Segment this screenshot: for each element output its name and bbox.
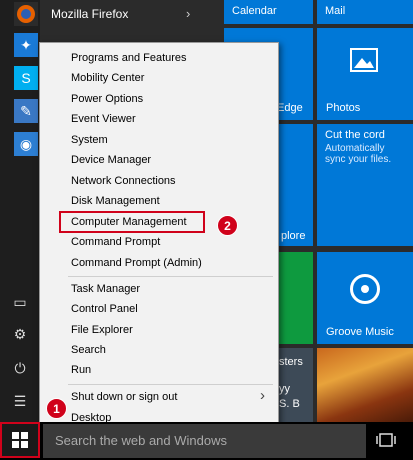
menu-item-mobility-center[interactable]: Mobility Center bbox=[71, 69, 144, 87]
menu-item-system[interactable]: System bbox=[71, 131, 108, 149]
chevron-right-icon[interactable]: › bbox=[186, 6, 190, 21]
news-text: S. B bbox=[279, 398, 300, 410]
menu-item-device-manager[interactable]: Device Manager bbox=[71, 151, 151, 169]
menu-item-command-prompt-admin[interactable]: Command Prompt (Admin) bbox=[71, 254, 202, 272]
tile-label: Mail bbox=[325, 5, 346, 17]
annotation-highlight-computer-management bbox=[59, 211, 205, 233]
tile-photo-fire[interactable] bbox=[317, 348, 413, 422]
skype-icon: S bbox=[14, 66, 38, 90]
menu-separator bbox=[68, 384, 273, 385]
tile-label: plore bbox=[281, 230, 306, 242]
settings-gear-icon[interactable]: ⚙ bbox=[12, 326, 28, 342]
app-list-item-firefox[interactable]: Mozilla Firefox bbox=[14, 0, 128, 28]
submenu-chevron-icon: › bbox=[260, 387, 265, 404]
file-explorer-icon[interactable]: ▭ bbox=[12, 294, 28, 310]
all-apps-icon[interactable]: ☰ bbox=[12, 393, 28, 409]
webcam-icon: ◉ bbox=[14, 132, 38, 156]
tile-label: Edge bbox=[277, 102, 303, 114]
app-list-item[interactable]: ✦ bbox=[14, 31, 38, 59]
tile-subtitle: Automatically sync your files. bbox=[325, 143, 392, 165]
firefox-icon bbox=[14, 2, 38, 26]
groove-music-icon bbox=[350, 274, 380, 304]
paint-icon: ✎ bbox=[14, 99, 38, 123]
menu-item-search[interactable]: Search bbox=[71, 341, 106, 359]
menu-item-shut-down-or-sign-out[interactable]: Shut down or sign out bbox=[71, 388, 177, 406]
menu-item-event-viewer[interactable]: Event Viewer bbox=[71, 110, 136, 128]
lightbulb-icon: ✦ bbox=[14, 33, 38, 57]
photos-icon bbox=[350, 48, 378, 72]
news-text: sters bbox=[279, 356, 303, 368]
menu-separator bbox=[68, 276, 273, 277]
annotation-badge-1: 1 bbox=[46, 398, 67, 419]
taskbar-search-box[interactable]: Search the web and Windows bbox=[43, 424, 366, 458]
tile-title: Cut the cord bbox=[325, 129, 385, 141]
menu-item-network-connections[interactable]: Network Connections bbox=[71, 172, 176, 190]
menu-item-task-manager[interactable]: Task Manager bbox=[71, 280, 140, 298]
app-name: Mozilla Firefox bbox=[51, 7, 129, 21]
menu-item-programs-and-features[interactable]: Programs and Features bbox=[71, 49, 187, 67]
annotation-badge-2: 2 bbox=[217, 215, 238, 236]
tile-groove-music[interactable]: Groove Music bbox=[317, 252, 413, 344]
menu-item-command-prompt[interactable]: Command Prompt bbox=[71, 233, 160, 251]
tile-mail[interactable]: Mail bbox=[317, 0, 413, 24]
tile-label: Calendar bbox=[232, 5, 277, 17]
tile-label: Groove Music bbox=[326, 326, 394, 338]
tile-cut-the-cord[interactable]: Cut the cord Automatically sync your fil… bbox=[317, 124, 413, 246]
menu-item-file-explorer[interactable]: File Explorer bbox=[71, 321, 133, 339]
windows-logo-icon bbox=[12, 432, 28, 448]
search-placeholder: Search the web and Windows bbox=[55, 433, 227, 448]
menu-item-power-options[interactable]: Power Options bbox=[71, 90, 143, 108]
task-view-icon[interactable] bbox=[376, 432, 396, 448]
tile-calendar[interactable]: Calendar bbox=[224, 0, 313, 24]
app-list-item[interactable]: ✎ bbox=[14, 97, 38, 125]
tile-explore[interactable]: plore bbox=[279, 228, 313, 246]
start-button[interactable] bbox=[0, 422, 40, 458]
tile-label: Photos bbox=[326, 102, 361, 114]
news-text: yy bbox=[279, 383, 290, 395]
menu-item-disk-management[interactable]: Disk Management bbox=[71, 192, 160, 210]
menu-item-control-panel[interactable]: Control Panel bbox=[71, 300, 138, 318]
win-x-context-menu: Programs and Features Mobility Center Po… bbox=[39, 42, 279, 430]
tile-photos[interactable]: Photos bbox=[317, 28, 413, 120]
app-list-item[interactable]: S bbox=[14, 64, 38, 92]
menu-item-run[interactable]: Run bbox=[71, 361, 91, 379]
app-list-item[interactable]: ◉ bbox=[14, 130, 38, 158]
power-icon[interactable]: ⏻ bbox=[12, 360, 28, 376]
